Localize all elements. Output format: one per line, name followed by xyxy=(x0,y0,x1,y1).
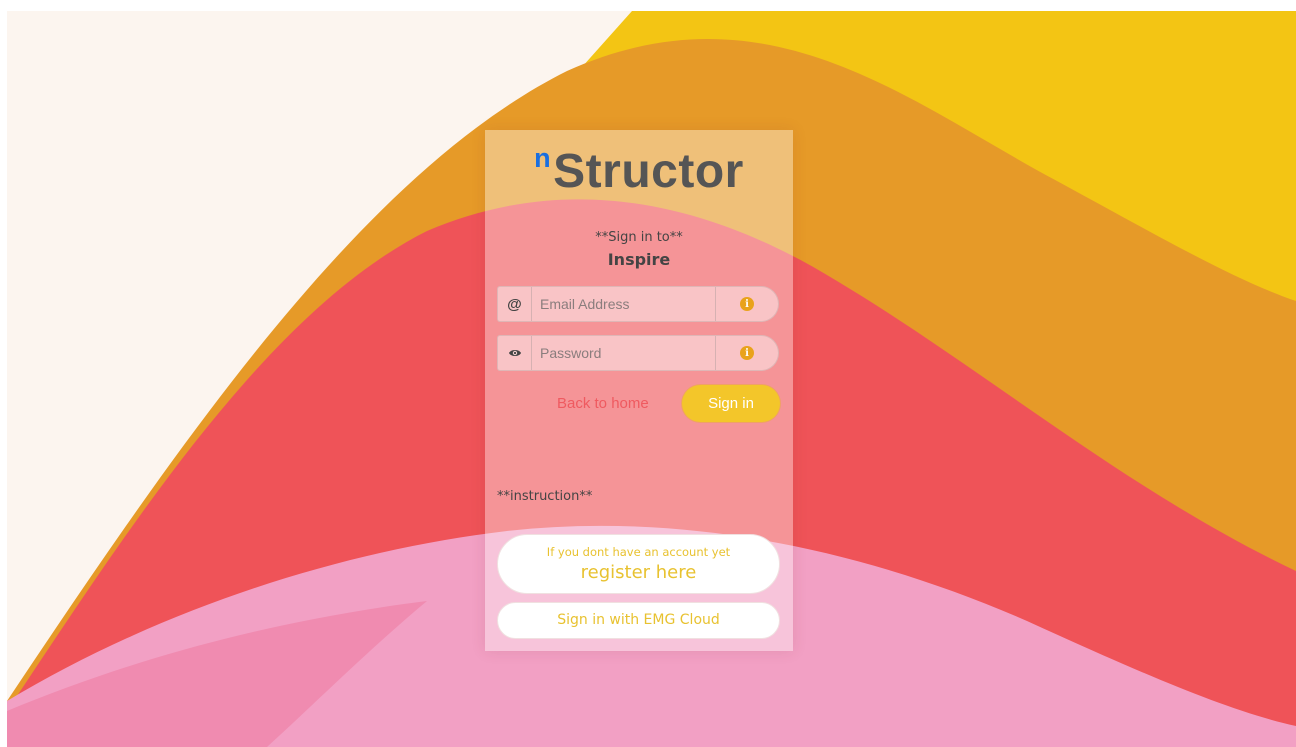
emg-cloud-signin-button[interactable]: Sign in with EMG Cloud xyxy=(497,602,780,639)
signin-heading: **Sign in to** xyxy=(595,230,683,245)
password-input[interactable] xyxy=(532,336,715,370)
login-card: nStructor **Sign in to** Inspire @ i i B… xyxy=(485,130,793,651)
email-input[interactable] xyxy=(532,287,715,321)
info-icon[interactable]: i xyxy=(740,297,754,311)
logo-wordmark: Structor xyxy=(553,145,744,198)
app-name: Inspire xyxy=(607,250,671,269)
instruction-text: **instruction** xyxy=(497,489,593,504)
register-hint: If you dont have an account yet xyxy=(546,545,731,559)
sign-in-button[interactable]: Sign in xyxy=(682,385,780,422)
at-icon: @ xyxy=(498,287,532,321)
logo-prefix: n xyxy=(534,143,552,173)
email-field-group: @ i xyxy=(497,286,779,322)
password-field-group: i xyxy=(497,335,779,371)
info-icon[interactable]: i xyxy=(740,346,754,360)
eye-icon[interactable] xyxy=(498,336,532,370)
back-to-home-link[interactable]: Back to home xyxy=(557,395,649,412)
register-label: register here xyxy=(580,562,697,583)
nstructor-logo: nStructor xyxy=(485,143,793,206)
password-info-addon: i xyxy=(715,336,778,370)
register-button[interactable]: If you dont have an account yet register… xyxy=(497,534,780,594)
email-info-addon: i xyxy=(715,287,778,321)
